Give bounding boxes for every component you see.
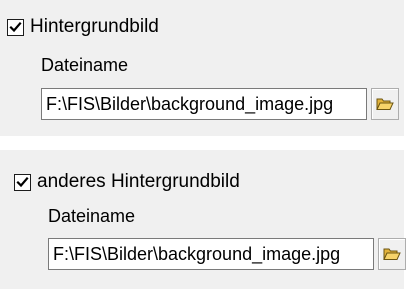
background-image-checkbox-label[interactable]: Hintergrundbild bbox=[30, 16, 159, 38]
background-image-panel: Hintergrundbild Dateiname bbox=[0, 0, 404, 136]
checkmark-icon bbox=[16, 176, 29, 187]
filename-label: Dateiname bbox=[41, 55, 129, 75]
checkmark-icon bbox=[9, 21, 22, 32]
folder-open-icon bbox=[376, 98, 394, 110]
alt-background-image-panel: anderes Hintergrundbild Dateiname bbox=[0, 150, 406, 289]
alt-background-image-checkbox-row[interactable]: anderes Hintergrundbild bbox=[14, 171, 240, 193]
alt-background-image-browse-button[interactable] bbox=[378, 238, 406, 270]
background-image-checkbox-row[interactable]: Hintergrundbild bbox=[7, 16, 159, 38]
background-image-browse-button[interactable] bbox=[371, 88, 399, 120]
background-image-checkbox[interactable] bbox=[7, 18, 24, 36]
folder-open-icon bbox=[383, 248, 401, 260]
alt-background-image-path-input[interactable] bbox=[48, 238, 374, 270]
alt-background-image-checkbox-label[interactable]: anderes Hintergrundbild bbox=[37, 171, 240, 193]
alt-background-image-checkbox[interactable] bbox=[14, 173, 31, 191]
background-image-path-input[interactable] bbox=[41, 88, 367, 120]
filename-label: Dateiname bbox=[48, 206, 136, 226]
